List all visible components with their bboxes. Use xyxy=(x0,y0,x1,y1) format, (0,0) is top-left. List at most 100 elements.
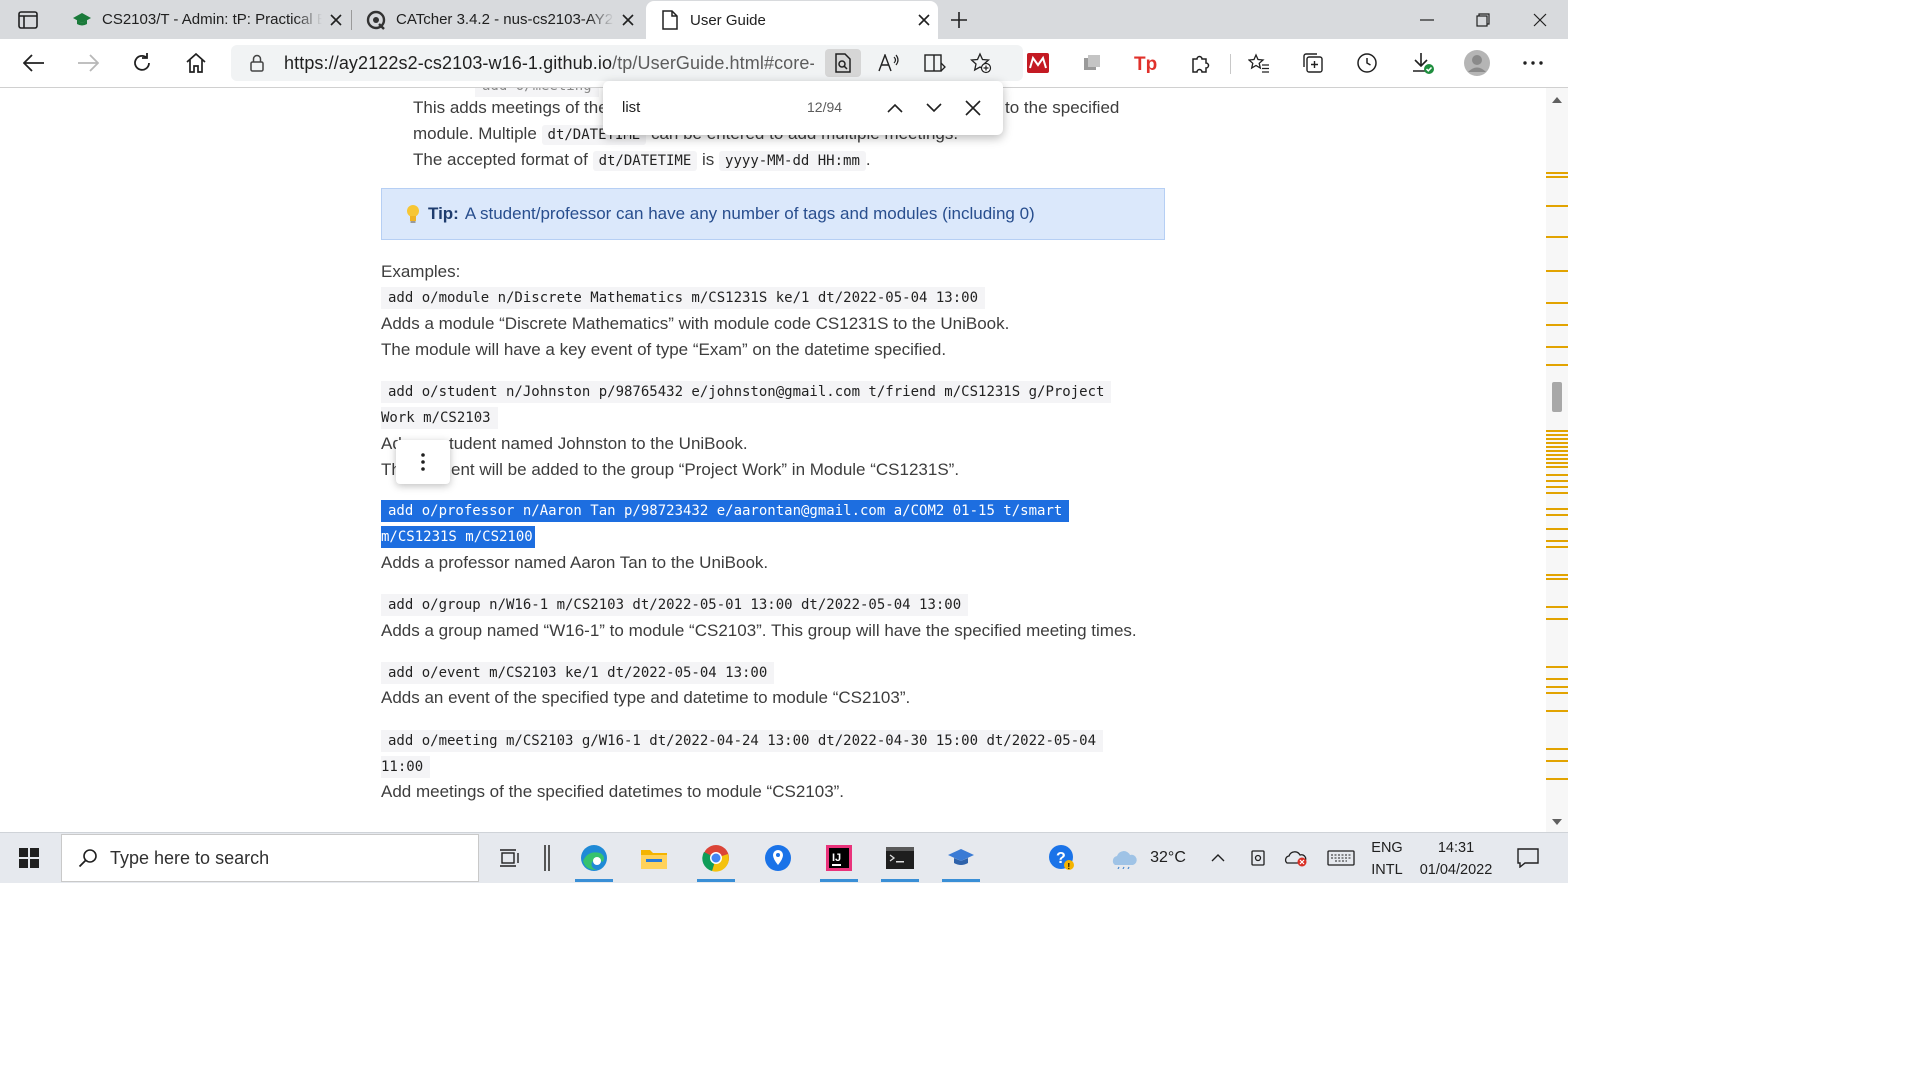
close-icon[interactable] xyxy=(614,6,642,34)
restore-button[interactable] xyxy=(1455,0,1511,39)
lightbulb-icon xyxy=(404,204,422,224)
url-text[interactable]: https://ay2122s2-cs2103-w16-1.github.io/… xyxy=(284,53,814,74)
star-add-icon xyxy=(970,52,992,74)
weather-temperature[interactable]: 32°C xyxy=(1146,833,1190,883)
taskbar-search-box[interactable]: Type here to search xyxy=(61,834,479,882)
home-button[interactable] xyxy=(179,46,213,80)
help-button[interactable]: ?! xyxy=(1035,837,1089,879)
minimize-button[interactable] xyxy=(1399,0,1455,39)
taskbar-app-graduation[interactable] xyxy=(934,837,988,882)
scroll-match-marker xyxy=(1546,324,1568,326)
scroll-down-arrow-icon[interactable] xyxy=(1551,816,1563,828)
show-hidden-icons-button[interactable] xyxy=(1204,833,1232,883)
close-window-button[interactable] xyxy=(1512,0,1568,39)
tab-actions-button[interactable] xyxy=(10,8,46,32)
map-pin-icon xyxy=(765,845,791,871)
scroll-match-marker xyxy=(1546,678,1568,680)
weather-icon[interactable] xyxy=(1097,837,1151,879)
profile-button[interactable] xyxy=(1460,46,1494,80)
examples-heading: Examples: xyxy=(381,262,461,281)
scroll-match-marker xyxy=(1546,606,1568,608)
keyboard-icon xyxy=(1327,850,1355,866)
selected-code[interactable]: add o/professor n/Aaron Tan p/98723432 e… xyxy=(381,500,1070,522)
refresh-button[interactable] xyxy=(125,46,159,80)
find-close-button[interactable] xyxy=(959,94,987,122)
lock-icon[interactable] xyxy=(248,54,266,72)
new-tab-button[interactable] xyxy=(944,5,974,35)
example-1-desc-1: Adds a module “Discrete Mathematics” wit… xyxy=(381,314,1010,333)
tp-extension-icon: Tp xyxy=(1134,54,1157,73)
scroll-match-marker xyxy=(1546,442,1568,444)
extension-collections-button[interactable] xyxy=(1075,46,1109,80)
find-next-button[interactable] xyxy=(920,94,948,122)
immersive-reader-button[interactable] xyxy=(917,49,953,77)
extensions-button[interactable] xyxy=(1183,46,1217,80)
forward-button[interactable] xyxy=(71,46,105,80)
vertical-scrollbar[interactable] xyxy=(1546,88,1568,832)
chevron-down-icon xyxy=(926,103,942,113)
taskbar-app-chrome[interactable] xyxy=(689,837,743,882)
scroll-match-marker xyxy=(1546,302,1568,304)
tab-user-guide[interactable]: User Guide xyxy=(646,1,938,39)
tab-catcher[interactable]: CATcher 3.4.2 - nus-cs2103-AY21 xyxy=(352,0,642,39)
terminal-icon xyxy=(886,847,914,869)
extension-mendeley-button[interactable] xyxy=(1021,46,1055,80)
url-path: /tp/UserGuide.html#core-f... xyxy=(612,52,814,73)
scroll-match-marker xyxy=(1546,514,1568,516)
example-5-code: add o/event m/CS2103 ke/1 dt/2022-05-04 … xyxy=(381,662,775,684)
scroll-match-marker xyxy=(1546,618,1568,620)
read-aloud-icon xyxy=(878,54,899,72)
tray-meet-now[interactable] xyxy=(1244,833,1272,883)
example-3-code-2[interactable]: m/CS1231S m/CS2100 xyxy=(381,526,535,548)
tray-onedrive[interactable] xyxy=(1282,833,1310,883)
find-input[interactable]: list xyxy=(622,99,640,116)
downloads-button[interactable] xyxy=(1406,46,1440,80)
scroll-match-marker xyxy=(1546,474,1568,476)
scrollbar-thumb[interactable] xyxy=(1552,382,1562,412)
scroll-match-marker xyxy=(1546,540,1568,542)
read-aloud-button[interactable] xyxy=(871,49,907,77)
notification-icon xyxy=(1517,848,1539,868)
taskbar-app-intellij[interactable]: IJ xyxy=(812,837,866,882)
settings-menu-button[interactable] xyxy=(1516,46,1550,80)
selected-code[interactable]: m/CS1231S m/CS2100 xyxy=(381,526,535,548)
graduation-cap-icon xyxy=(948,849,974,865)
url-host: https://ay2122s2-cs2103-w16-1.github.io xyxy=(284,52,613,73)
arrow-left-icon xyxy=(23,54,44,72)
scroll-match-marker xyxy=(1546,458,1568,460)
find-on-page-button[interactable] xyxy=(825,49,861,77)
notifications-button[interactable] xyxy=(1508,833,1548,883)
example-code: Work m/CS2103 xyxy=(381,407,498,429)
tray-keyboard[interactable] xyxy=(1324,833,1358,883)
taskbar-app-edge[interactable] xyxy=(567,837,621,882)
taskbar-app-terminal[interactable] xyxy=(873,837,927,882)
address-bar[interactable]: https://ay2122s2-cs2103-w16-1.github.io/… xyxy=(231,45,1023,81)
tab-cs2103-admin[interactable]: CS2103/T - Admin: tP: Practical E xyxy=(58,0,350,39)
back-button[interactable] xyxy=(17,46,51,80)
start-button[interactable] xyxy=(8,843,50,873)
input-language[interactable]: ENG INTL xyxy=(1366,837,1408,881)
find-previous-button[interactable] xyxy=(881,94,909,122)
close-icon[interactable] xyxy=(910,6,938,34)
add-favorite-button[interactable] xyxy=(963,49,999,77)
tab-title: CATcher 3.4.2 - nus-cs2103-AY21 xyxy=(396,11,614,28)
scroll-match-marker xyxy=(1546,760,1568,762)
taskbar-app-notes[interactable] xyxy=(522,837,572,879)
extension-tp-button[interactable]: Tp xyxy=(1129,46,1163,80)
history-button[interactable] xyxy=(1350,46,1384,80)
example-3-code-1[interactable]: add o/professor n/Aaron Tan p/98723432 e… xyxy=(381,500,1070,522)
extension-icon xyxy=(1084,55,1100,70)
restore-icon xyxy=(1476,12,1490,27)
clock[interactable]: 14:31 01/04/2022 xyxy=(1414,837,1498,881)
close-icon[interactable] xyxy=(322,6,350,34)
taskbar-app-file-explorer[interactable] xyxy=(627,837,681,879)
taskbar-search-placeholder: Type here to search xyxy=(110,847,270,868)
taskbar-app-maps[interactable] xyxy=(751,837,805,879)
selection-menu-button[interactable] xyxy=(396,440,450,484)
scroll-match-marker xyxy=(1546,508,1568,510)
collections-button[interactable] xyxy=(1296,46,1330,80)
scroll-up-arrow-icon[interactable] xyxy=(1551,94,1563,106)
favorites-button[interactable] xyxy=(1242,46,1276,80)
scroll-match-marker xyxy=(1546,480,1568,482)
toolbar-separator xyxy=(1230,54,1231,74)
